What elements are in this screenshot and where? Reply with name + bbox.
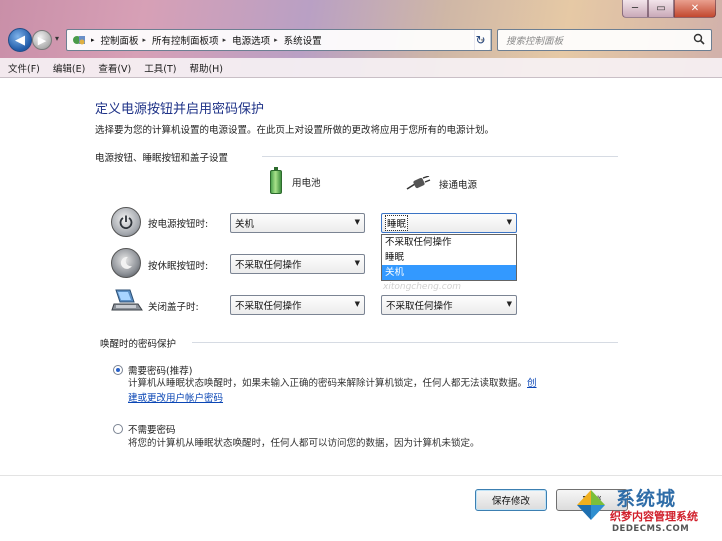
select-value: 不采取任何操作	[386, 301, 453, 312]
navigation-bar: ◀ ▶ ▾ ▸ 控制面板 ▸ 所有控制面板项 ▸ 电源选项 ▸ 系统设置 ▾ ↻…	[0, 26, 722, 56]
watermark-logo-icon	[577, 490, 605, 520]
require-password-radio[interactable]	[113, 365, 123, 375]
no-password-description: 将您的计算机从睡眠状态唤醒时，任何人都可以访问您的数据，因为计算机未锁定。	[128, 438, 480, 449]
lid-close-battery-select[interactable]: 不采取任何操作 ▼	[230, 295, 365, 315]
dropdown-option-sleep[interactable]: 睡眠	[382, 250, 516, 265]
change-password-link[interactable]: 建或更改用户帐户密码	[128, 393, 223, 404]
select-value: 不采取任何操作	[235, 260, 302, 271]
lid-close-plugged-select[interactable]: 不采取任何操作 ▼	[381, 295, 517, 315]
menu-bar: 文件(F) 编辑(E) 查看(V) 工具(T) 帮助(H)	[0, 58, 722, 78]
breadcrumb-item-control-panel[interactable]: 控制面板	[101, 33, 139, 47]
refresh-icon: ↻	[475, 33, 486, 47]
forward-arrow-icon: ▶	[37, 33, 47, 47]
maximize-button[interactable]: ▭	[648, 0, 674, 18]
title-bar: ─ ▭ ✕	[0, 0, 722, 26]
breadcrumb-separator[interactable]: ▸	[274, 36, 278, 44]
menu-edit[interactable]: 编辑(E)	[53, 61, 85, 75]
breadcrumb-item-system-settings[interactable]: 系统设置	[284, 33, 322, 47]
power-plug-icon	[405, 175, 431, 192]
chevron-down-icon: ▼	[506, 218, 512, 226]
sleep-button-icon	[111, 248, 141, 278]
breadcrumb-separator[interactable]: ▸	[143, 36, 147, 44]
chevron-down-icon: ▼	[354, 300, 360, 308]
breadcrumb-separator[interactable]: ▸	[223, 36, 227, 44]
power-section-heading: 电源按钮、睡眠按钮和盖子设置	[95, 153, 229, 164]
menu-tools[interactable]: 工具(T)	[144, 61, 176, 75]
section-divider	[262, 156, 618, 157]
no-password-radio[interactable]	[113, 424, 123, 434]
no-password-label[interactable]: 不需要密码	[128, 422, 176, 436]
select-value: 关机	[235, 219, 255, 230]
column-header-battery: 用电池	[270, 167, 321, 194]
change-password-link-start[interactable]: 创	[527, 378, 537, 389]
breadcrumb-item-power-options[interactable]: 电源选项	[232, 33, 270, 47]
require-password-desc-text: 计算机从睡眠状态唤醒时，如果未输入正确的密码来解除计算机锁定，任何人都无法读取数…	[128, 378, 528, 389]
footer-divider	[0, 475, 722, 476]
back-button[interactable]: ◀	[8, 28, 32, 52]
laptop-lid-icon	[110, 288, 144, 314]
chevron-down-icon: ▼	[354, 218, 360, 226]
refresh-button[interactable]: ↻	[470, 29, 492, 51]
sleep-button-battery-select[interactable]: 不采取任何操作 ▼	[230, 254, 365, 274]
power-button-plugged-dropdown: 不采取任何操作 睡眠 关机	[381, 234, 517, 281]
breadcrumb: 控制面板 ▸ 所有控制面板项 ▸ 电源选项 ▸ 系统设置	[101, 33, 474, 47]
require-password-label[interactable]: 需要密码(推荐)	[128, 363, 192, 377]
power-button-icon	[111, 207, 141, 237]
chevron-down-icon: ▼	[506, 300, 512, 308]
recent-pages-dropdown[interactable]: ▾	[55, 34, 59, 43]
sleep-button-label: 按休眠按钮时:	[148, 261, 209, 272]
breadcrumb-separator: ▸	[91, 36, 95, 44]
search-placeholder: 搜索控制面板	[506, 36, 564, 47]
close-button[interactable]: ✕	[674, 0, 716, 18]
select-value: 睡眠	[384, 215, 409, 231]
select-value: 不采取任何操作	[235, 301, 302, 312]
power-button-battery-select[interactable]: 关机 ▼	[230, 213, 365, 233]
content-pane: 定义电源按钮并启用密码保护 选择要为您的计算机设置的电源设置。在此页上对设置所做…	[0, 78, 722, 541]
window-controls: ─ ▭ ✕	[622, 0, 716, 20]
back-arrow-icon: ◀	[15, 32, 25, 48]
watermark-brand: 系统城	[616, 488, 677, 510]
minimize-button[interactable]: ─	[622, 0, 648, 18]
save-changes-button[interactable]: 保存修改	[475, 489, 547, 511]
menu-help[interactable]: 帮助(H)	[189, 61, 223, 75]
watermark-line2: 织梦内容管理系统	[610, 510, 698, 523]
battery-icon	[270, 167, 282, 194]
password-section-heading: 唤醒时的密码保护	[100, 339, 177, 350]
breadcrumb-item-all-items[interactable]: 所有控制面板项	[152, 33, 219, 47]
chevron-down-icon: ▼	[354, 259, 360, 267]
power-button-plugged-select[interactable]: 睡眠 ▼	[381, 213, 517, 233]
search-icon[interactable]	[693, 33, 705, 48]
lid-close-label: 关闭盖子时:	[148, 302, 199, 313]
dropdown-option-shutdown[interactable]: 关机	[382, 265, 516, 280]
search-input[interactable]: 搜索控制面板	[497, 29, 712, 51]
watermark-faint-text: xitongcheng.com	[383, 282, 461, 292]
menu-view[interactable]: 查看(V)	[98, 61, 131, 75]
forward-button[interactable]: ▶	[32, 30, 52, 50]
page-description: 选择要为您的计算机设置的电源设置。在此页上对设置所做的更改将应用于您所有的电源计…	[95, 125, 495, 136]
section-divider	[192, 342, 618, 343]
power-button-label: 按电源按钮时:	[148, 219, 209, 230]
column-header-plugged: 接通电源	[405, 175, 478, 192]
column-label-battery: 用电池	[292, 178, 321, 189]
address-bar[interactable]: ▸ 控制面板 ▸ 所有控制面板项 ▸ 电源选项 ▸ 系统设置 ▾	[66, 29, 491, 51]
column-label-plugged: 接通电源	[439, 180, 478, 191]
watermark-line3: DEDECMS.COM	[612, 524, 690, 534]
page-title: 定义电源按钮并启用密码保护	[95, 102, 265, 117]
require-password-description: 计算机从睡眠状态唤醒时，如果未输入正确的密码来解除计算机锁定，任何人都无法读取数…	[128, 376, 608, 406]
control-panel-icon	[71, 33, 87, 47]
watermark: 系统城 织梦内容管理系统 DEDECMS.COM	[572, 482, 720, 538]
menu-file[interactable]: 文件(F)	[8, 61, 40, 75]
dropdown-option-do-nothing[interactable]: 不采取任何操作	[382, 235, 516, 250]
